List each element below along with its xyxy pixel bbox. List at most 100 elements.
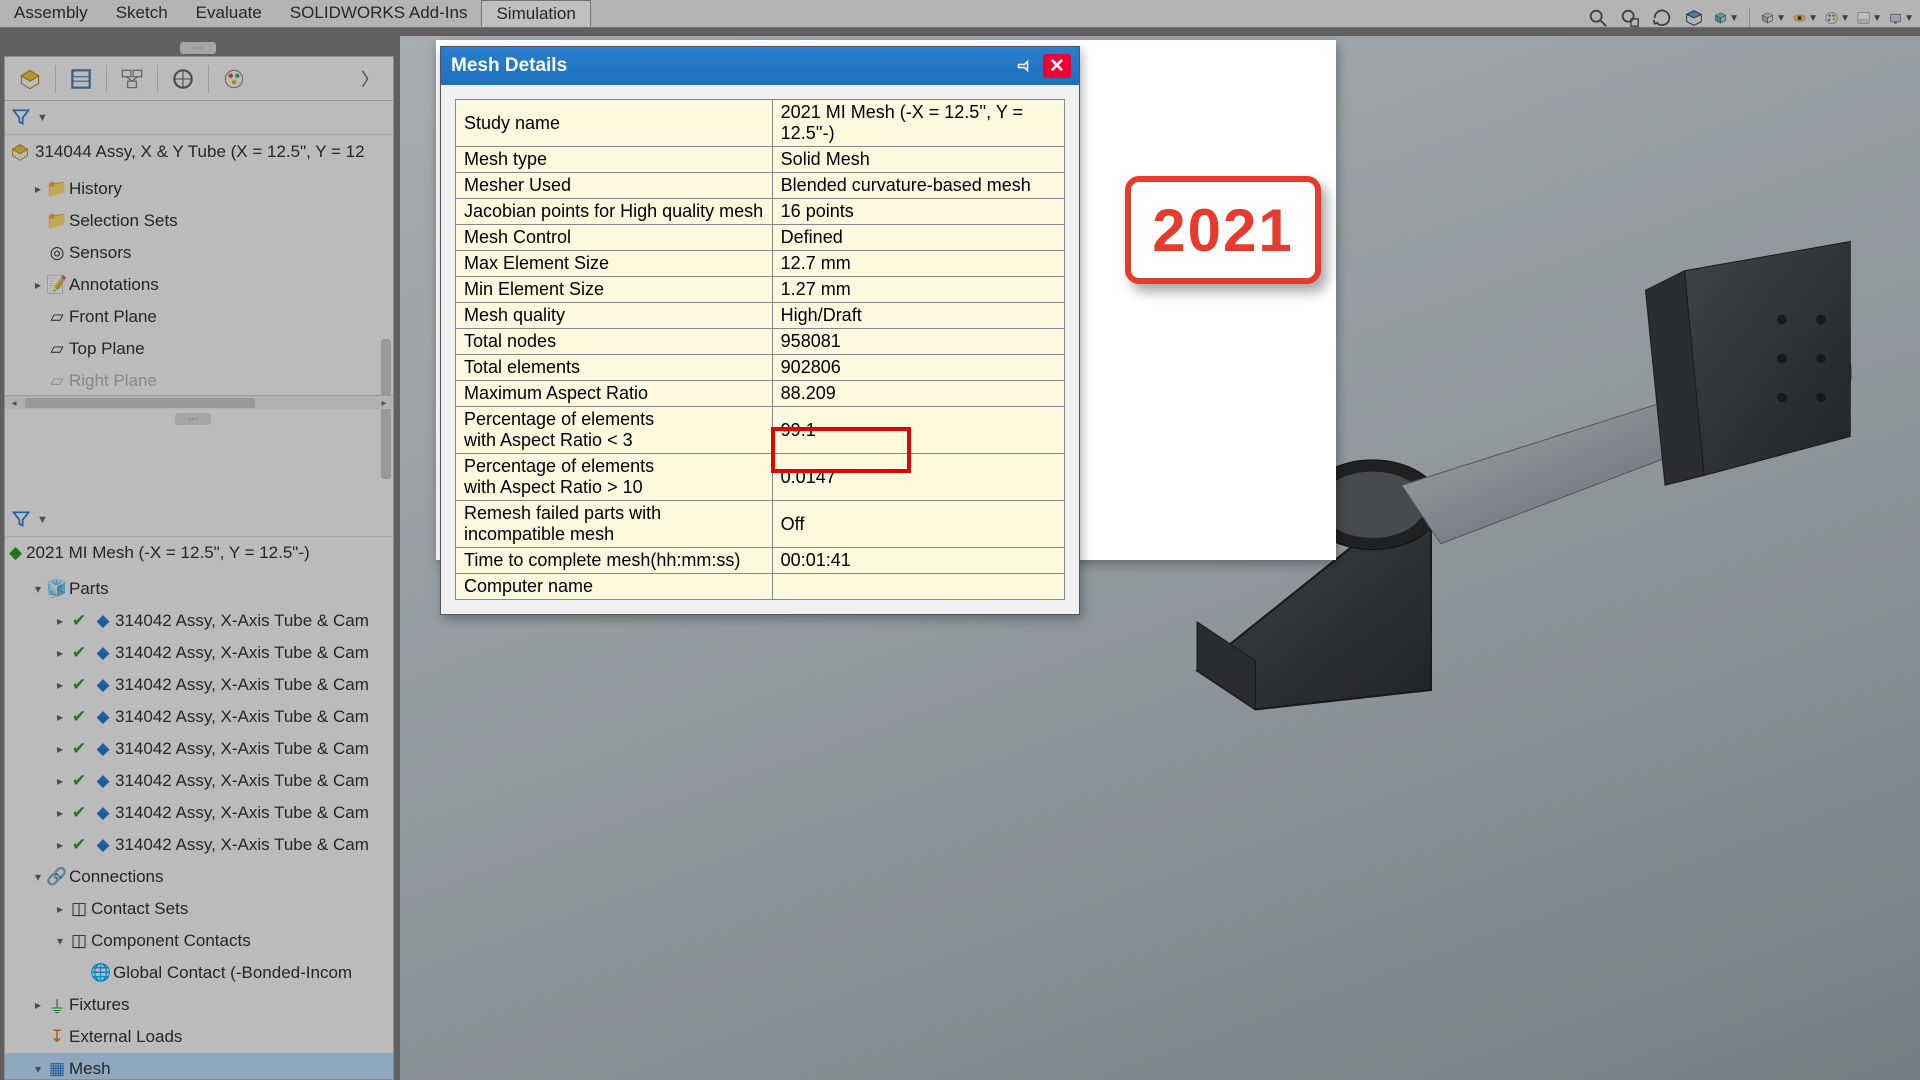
tab-simulation[interactable]: Simulation [481,0,590,27]
tree-item-label: 314042 Assy, X-Axis Tube & Cam [115,739,369,759]
filter-icon[interactable] [11,509,33,531]
dimxpert-manager-tab[interactable] [164,62,202,96]
tree-item-part-instance[interactable]: ▸✔◆314042 Assy, X-Axis Tube & Cam [5,765,393,797]
tree-item-label: Fixtures [69,995,129,1015]
tree-item-label: Component Contacts [91,931,251,951]
tree-item[interactable]: ▱Top Plane [5,333,393,365]
mesh-row-key: Mesh quality [456,303,773,329]
mesh-row-value: 902806 [772,355,1064,381]
tree-item-mesh[interactable]: ▾▦Mesh [5,1053,393,1079]
solid-body-icon: ◆ [91,835,115,855]
filter-icon[interactable] [11,107,33,129]
tree-item-part-instance[interactable]: ▸✔◆314042 Assy, X-Axis Tube & Cam [5,797,393,829]
property-manager-tab[interactable] [62,62,100,96]
tree-item-part-instance[interactable]: ▸✔◆314042 Assy, X-Axis Tube & Cam [5,829,393,861]
tree-item-label: Selection Sets [69,211,178,231]
mesh-row-value: High/Draft [772,303,1064,329]
mesh-row-key: Min Element Size [456,277,773,303]
fixtures-icon: ⏚ [45,993,69,1018]
solid-body-icon: ◆ [91,611,115,631]
mesh-row-value: 958081 [772,329,1064,355]
study-tree-root[interactable]: ◆ 2021 MI Mesh (-X = 12.5", Y = 12.5"-) [5,537,393,569]
zoom-to-fit-icon[interactable] [1585,5,1611,31]
display-manager-tab[interactable] [215,62,253,96]
solid-body-icon: ◆ [91,803,115,823]
tree-item-part-instance[interactable]: ▸✔◆314042 Assy, X-Axis Tube & Cam [5,637,393,669]
solid-body-icon: ◆ [91,643,115,663]
edit-appearance-icon[interactable]: ▼ [1824,5,1850,31]
tree-item[interactable]: ▸📁History [5,173,393,205]
apply-scene-icon[interactable]: ▼ [1856,5,1882,31]
feature-manager-tab[interactable] [11,62,49,96]
tree-item[interactable]: ▱Front Plane [5,301,393,333]
view-settings-icon[interactable]: ▼ [1888,5,1914,31]
tab-addins[interactable]: SOLIDWORKS Add-Ins [276,0,482,27]
pin-icon[interactable] [1009,54,1037,78]
tree-item-connections[interactable]: ▾🔗Connections [5,861,393,893]
tab-evaluate[interactable]: Evaluate [182,0,276,27]
feature-manager-panel: 〉 ▼ 314044 Assy, X & Y Tube (X = 12.5", … [4,56,394,1080]
tree-item-label: 314042 Assy, X-Axis Tube & Cam [115,643,369,663]
section-view-icon[interactable] [1681,5,1707,31]
tree-item-global-contact[interactable]: 🌐Global Contact (-Bonded-Incom [5,957,393,989]
mesh-row-key: Study name [456,100,773,147]
plane-icon: ▱ [45,307,69,327]
tree-item-label: Annotations [69,275,159,295]
tree-item[interactable]: ◎Sensors [5,237,393,269]
horizontal-scrollbar[interactable]: ◂ ▸ [5,395,393,409]
hide-show-items-icon[interactable]: ▼ [1792,5,1818,31]
folder-icon: 📁 [45,211,69,231]
mesh-row-value: 1.27 mm [772,277,1064,303]
tree-item[interactable]: ▱Right Plane [5,365,393,397]
applied-material-icon: ✔ [67,835,91,855]
filter-bar: ▼ [5,101,393,135]
tree-item-contact-sets[interactable]: ▸◫Contact Sets [5,893,393,925]
tree-item-label: History [69,179,122,199]
tree-item[interactable]: ▸📝Annotations [5,269,393,301]
tree-item-part-instance[interactable]: ▸✔◆314042 Assy, X-Axis Tube & Cam [5,701,393,733]
panel-drag-handle[interactable]: ⋯ [180,42,216,54]
scrollbar-thumb[interactable] [25,398,255,408]
view-orientation-icon[interactable]: ▼ [1713,5,1739,31]
study-tree: ▾🧊Parts ▸✔◆314042 Assy, X-Axis Tube & Ca… [5,569,393,1079]
filter-dropdown-icon[interactable]: ▼ [37,514,48,526]
study-root-label: 2021 MI Mesh (-X = 12.5", Y = 12.5"-) [26,543,310,563]
mesh-row-key: Percentage of elementswith Aspect Ratio … [456,407,773,454]
filter-dropdown-icon[interactable]: ▼ [37,112,48,124]
mesh-row-value: 16 points [772,199,1064,225]
mesh-row-key: Remesh failed parts with incompatible me… [456,501,773,548]
scroll-left-icon[interactable]: ◂ [5,396,23,410]
tree-item-part-instance[interactable]: ▸✔◆314042 Assy, X-Axis Tube & Cam [5,669,393,701]
mesh-row-key: Maximum Aspect Ratio [456,381,773,407]
configuration-manager-tab[interactable] [113,62,151,96]
panel-drag-handle[interactable]: ⋯ [175,413,211,425]
solid-body-icon: ◆ [91,739,115,759]
feature-tree-root[interactable]: 314044 Assy, X & Y Tube (X = 12.5", Y = … [5,135,393,169]
applied-material-icon: ✔ [67,611,91,631]
scroll-right-icon[interactable]: ▸ [375,396,393,410]
tree-item-component-contacts[interactable]: ▾◫Component Contacts [5,925,393,957]
tree-item-label: External Loads [69,1027,182,1047]
dialog-titlebar[interactable]: Mesh Details ✕ [441,47,1079,85]
mesh-row-value: 12.7 mm [772,251,1064,277]
mesh-details-dialog: Mesh Details ✕ Study name2021 MI Mesh (-… [440,46,1080,615]
solid-body-icon: ◆ [91,675,115,695]
tree-item-part-instance[interactable]: ▸✔◆314042 Assy, X-Axis Tube & Cam [5,733,393,765]
previous-view-icon[interactable] [1649,5,1675,31]
mesh-row-value [772,574,1064,600]
tree-item-external-loads[interactable]: ↧External Loads [5,1021,393,1053]
zoom-to-area-icon[interactable] [1617,5,1643,31]
tab-sketch[interactable]: Sketch [102,0,182,27]
tree-item-parts[interactable]: ▾🧊Parts [5,573,393,605]
close-button[interactable]: ✕ [1043,54,1071,78]
tree-item[interactable]: 📁Selection Sets [5,205,393,237]
manager-pane-expand[interactable]: 〉 [353,66,387,92]
mesh-details-table: Study name2021 MI Mesh (-X = 12.5'', Y =… [455,99,1065,600]
connections-icon: 🔗 [45,867,69,887]
tree-item-fixtures[interactable]: ▸⏚Fixtures [5,989,393,1021]
display-style-icon[interactable]: ▼ [1760,5,1786,31]
tab-assembly[interactable]: Assembly [0,0,102,27]
contact-sets-icon: ◫ [67,899,91,919]
tree-item-part-instance[interactable]: ▸✔◆314042 Assy, X-Axis Tube & Cam [5,605,393,637]
mesh-row-value: Defined [772,225,1064,251]
